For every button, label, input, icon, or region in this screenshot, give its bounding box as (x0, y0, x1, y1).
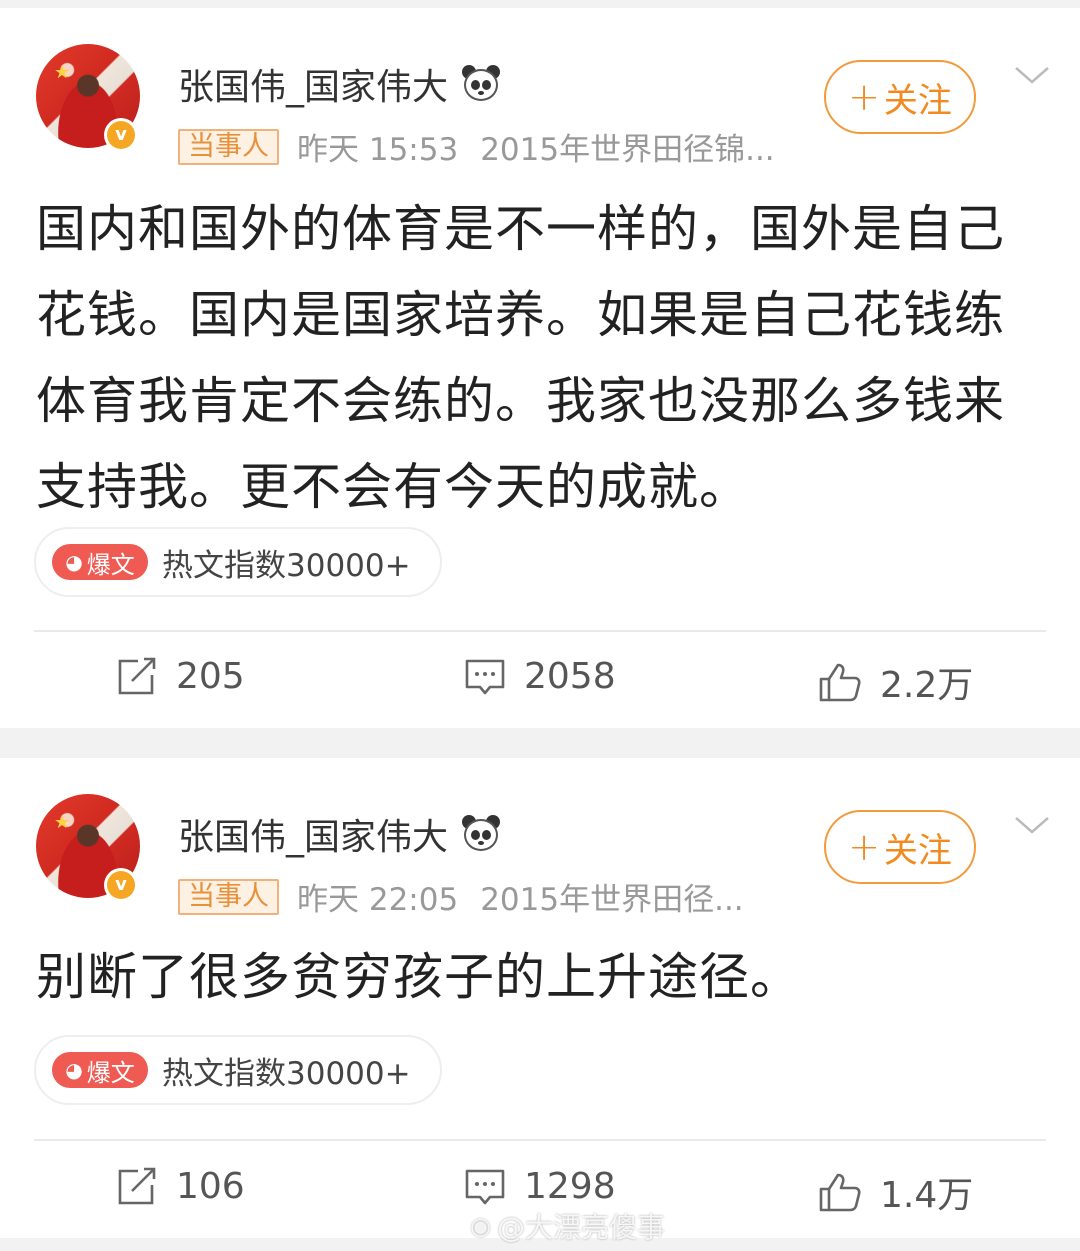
hot-index-text: 热文指数30000+ (162, 1055, 411, 1092)
watermark: ◉ @大漂亮傻事 (470, 1206, 665, 1246)
role-tag: 当事人 (178, 128, 279, 165)
comment-button[interactable]: 1298 (464, 1166, 616, 1207)
hot-index-text: 热文指数30000+ (162, 547, 411, 584)
post-meta: 当事人 昨天 22:05 2015年世界田径... (178, 874, 744, 919)
username[interactable]: 张国伟_国家伟大 (178, 58, 502, 110)
follow-button[interactable]: + 关注 (824, 810, 976, 884)
like-button[interactable]: 1.4万 (818, 1166, 973, 1218)
post-time: 昨天 15:53 (297, 132, 459, 168)
watermark-text: @大漂亮傻事 (496, 1211, 665, 1244)
username[interactable]: 张国伟_国家伟大 (178, 808, 502, 860)
weibo-logo-icon: ◉ (470, 1212, 491, 1240)
hot-index-pill[interactable]: ◕ 爆文 热文指数30000+ (34, 527, 442, 597)
hot-badge-label: 爆文 (86, 550, 135, 579)
repost-button[interactable]: 106 (116, 1166, 245, 1207)
post-card: ★ v 张国伟_国家伟大 当事人 昨天 15:53 2015年世界田径锦... … (0, 8, 1080, 728)
flame-icon: ◕ (65, 550, 83, 574)
comment-count: 2058 (524, 656, 616, 697)
repost-button[interactable]: 205 (116, 656, 245, 697)
verified-badge-icon: v (104, 118, 138, 152)
post-time: 昨天 22:05 (297, 882, 459, 918)
flag-star-icon: ★ (54, 62, 71, 83)
thumbs-up-icon (819, 1173, 861, 1212)
hot-badge-label: 爆文 (86, 1058, 135, 1087)
plus-icon: + (848, 825, 880, 869)
comment-button[interactable]: 2058 (464, 656, 616, 697)
chevron-down-icon[interactable] (1012, 60, 1052, 90)
comment-icon (465, 1169, 505, 1204)
like-button[interactable]: 2.2万 (818, 656, 973, 708)
chevron-down-icon[interactable] (1012, 810, 1052, 840)
plus-icon: + (848, 75, 880, 119)
post-text: 别断了很多贫穷孩子的上升途径。 (36, 948, 801, 1006)
flag-star-icon: ★ (54, 812, 71, 833)
repost-count: 205 (176, 656, 245, 697)
post-meta: 当事人 昨天 15:53 2015年世界田径锦... (178, 124, 775, 169)
hot-index-pill[interactable]: ◕ 爆文 热文指数30000+ (34, 1035, 442, 1105)
username-text: 张国伟_国家伟大 (178, 817, 449, 858)
post-card: ★ v 张国伟_国家伟大 当事人 昨天 22:05 2015年世界田径... +… (0, 758, 1080, 1238)
hot-badge: ◕ 爆文 (52, 1052, 148, 1088)
follow-button[interactable]: + 关注 (824, 60, 976, 134)
post-source[interactable]: 2015年世界田径... (480, 874, 743, 919)
follow-label: 关注 (883, 80, 952, 121)
thumbs-up-icon (819, 663, 861, 702)
repost-count: 106 (176, 1166, 245, 1207)
follow-label: 关注 (883, 830, 952, 871)
flame-icon: ◕ (65, 1058, 83, 1082)
like-count: 2.2万 (880, 665, 974, 706)
divider (34, 630, 1046, 632)
repost-icon (118, 657, 156, 694)
repost-icon (118, 1167, 156, 1204)
panda-icon (460, 815, 502, 853)
comment-count: 1298 (524, 1166, 616, 1207)
username-text: 张国伟_国家伟大 (178, 67, 449, 108)
panda-icon (460, 65, 502, 103)
hot-badge: ◕ 爆文 (52, 544, 148, 580)
post-text: 国内和国外的体育是不一样的，国外是自己花钱。国内是国家培养。如果是自己花钱练体育… (36, 200, 1005, 516)
post-source[interactable]: 2015年世界田径锦... (480, 124, 774, 169)
verified-badge-icon: v (104, 868, 138, 902)
divider (34, 1139, 1046, 1141)
role-tag: 当事人 (178, 878, 279, 915)
comment-icon (465, 659, 505, 694)
like-count: 1.4万 (880, 1175, 974, 1216)
